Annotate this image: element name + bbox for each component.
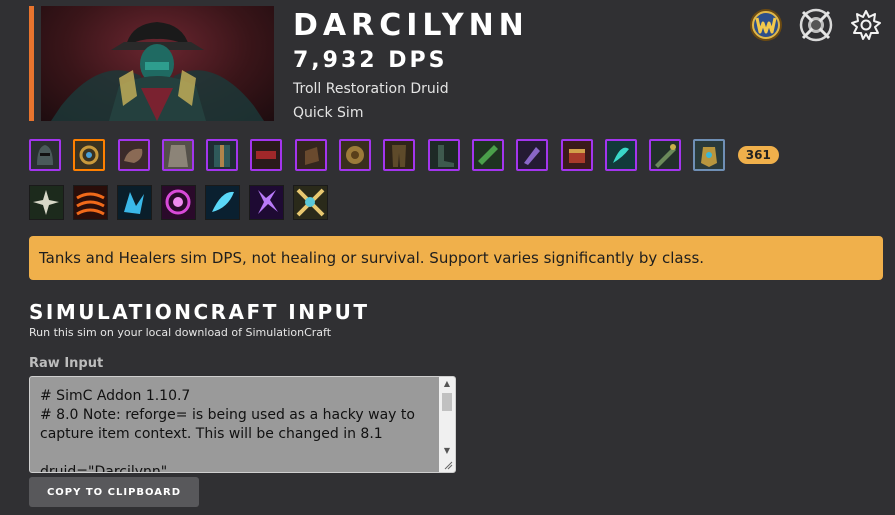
- gear-cog-icon[interactable]: [849, 8, 883, 42]
- feet-icon[interactable]: [427, 139, 460, 171]
- accent-bar: [29, 6, 34, 121]
- main-hand-icon[interactable]: [649, 139, 682, 171]
- shoulder-icon[interactable]: [117, 139, 150, 171]
- trinket-1-icon[interactable]: [560, 139, 593, 171]
- character-portrait: [41, 6, 274, 121]
- healer-warning-banner: Tanks and Healers sim DPS, not healing o…: [29, 236, 883, 280]
- raw-input-textarea[interactable]: # SimC Addon 1.10.7 # 8.0 Note: reforge=…: [29, 376, 456, 473]
- simc-section-title: SIMULATIONCRAFT INPUT: [29, 300, 370, 324]
- legs-icon[interactable]: [383, 139, 416, 171]
- talent-4-icon[interactable]: [161, 185, 196, 220]
- resize-grip-icon[interactable]: [443, 460, 453, 470]
- trinket-2-icon[interactable]: [604, 139, 637, 171]
- faction-crest-icon[interactable]: [799, 8, 833, 42]
- item-level-badge: 361: [737, 146, 779, 164]
- talent-row: [29, 185, 337, 220]
- raw-input-scrollbar[interactable]: ▲ ▼: [439, 377, 455, 472]
- back-icon[interactable]: [161, 139, 194, 171]
- talent-7-icon[interactable]: [293, 185, 328, 220]
- copy-to-clipboard-button[interactable]: COPY TO CLIPBOARD: [29, 477, 199, 507]
- talent-2-icon[interactable]: [73, 185, 108, 220]
- head-icon[interactable]: [29, 139, 61, 171]
- ring-1-icon[interactable]: [471, 139, 504, 171]
- scroll-down-arrow-icon[interactable]: ▼: [439, 444, 455, 458]
- wow-logo-icon[interactable]: [749, 8, 783, 42]
- raw-input-label: Raw Input: [29, 356, 104, 371]
- waist-icon[interactable]: [339, 139, 372, 171]
- character-name: DARCILYNN: [293, 8, 529, 43]
- off-hand-icon[interactable]: [693, 139, 726, 171]
- simc-section-subtitle: Run this sim on your local download of S…: [29, 326, 332, 339]
- talent-1-icon[interactable]: [29, 185, 64, 220]
- gear-row: 361: [29, 139, 779, 171]
- dps-value: 7,932 DPS: [293, 48, 448, 73]
- neck-icon[interactable]: [73, 139, 106, 171]
- hands-icon[interactable]: [294, 139, 327, 171]
- scroll-up-arrow-icon[interactable]: ▲: [439, 377, 455, 391]
- raw-input-text[interactable]: # SimC Addon 1.10.7 # 8.0 Note: reforge=…: [40, 387, 433, 472]
- character-spec: Troll Restoration Druid: [293, 81, 449, 97]
- sim-type: Quick Sim: [293, 105, 364, 121]
- talent-5-icon[interactable]: [205, 185, 240, 220]
- ring-2-icon[interactable]: [516, 139, 549, 171]
- talent-3-icon[interactable]: [117, 185, 152, 220]
- scroll-thumb[interactable]: [442, 393, 452, 411]
- header-icons: [749, 8, 883, 42]
- wrist-icon[interactable]: [250, 139, 283, 171]
- chest-icon[interactable]: [206, 139, 239, 171]
- talent-6-icon[interactable]: [249, 185, 284, 220]
